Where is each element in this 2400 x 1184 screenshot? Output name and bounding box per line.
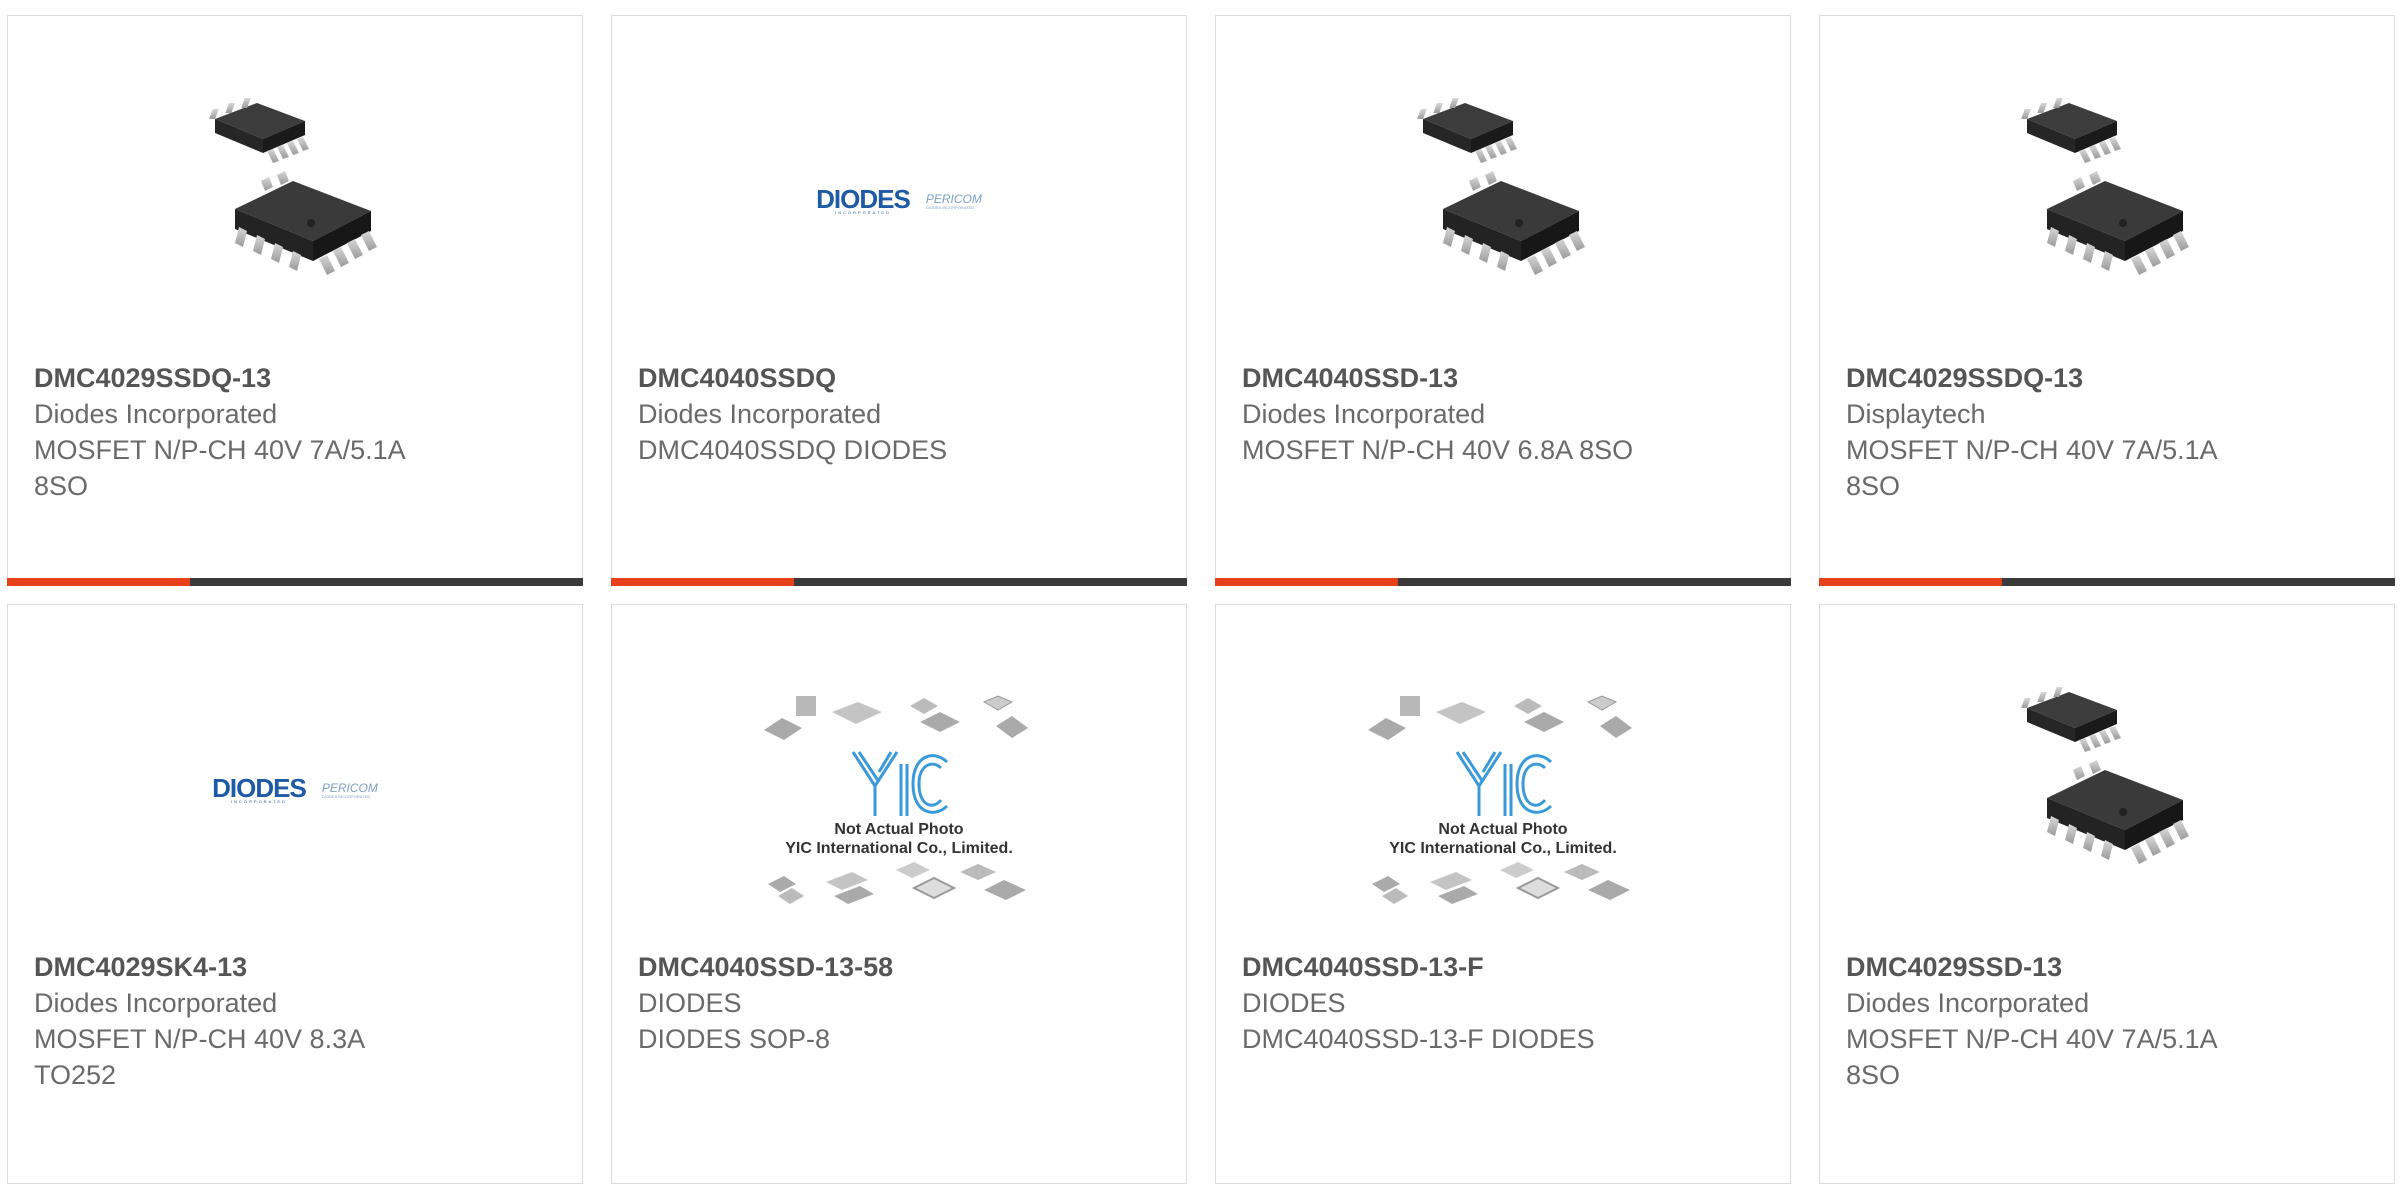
product-info: DMC4040SSD-13 Diodes Incorporated MOSFET… — [1242, 360, 1770, 468]
yic-placeholder-image: Not Actual Photo YIC International Co., … — [1368, 694, 1638, 906]
placeholder-caption-2: YIC International Co., Limited. — [785, 840, 1013, 857]
product-card[interactable]: DIODES INCORPORATED PERICOM DIODES INCOR… — [611, 15, 1187, 586]
product-image[interactable]: Not Actual Photo YIC International Co., … — [612, 695, 1186, 905]
description: MOSFET N/P-CH 40V 7A/5.1A 8SO — [1846, 1024, 2218, 1090]
card-bottom-bar — [1819, 578, 2395, 586]
diodes-logo-subtext: INCORPORATED — [835, 209, 891, 215]
manufacturer: Diodes Incorporated — [638, 399, 882, 429]
card-bottom-bar — [1215, 578, 1791, 586]
product-card[interactable]: DIODES INCORPORATED PERICOM DIODES INCOR… — [7, 604, 583, 1184]
product-card[interactable]: Not Actual Photo YIC International Co., … — [1215, 604, 1791, 1184]
yic-placeholder-image: Not Actual Photo YIC International Co., … — [764, 694, 1034, 906]
product-grid: DMC4029SSDQ-13 Diodes Incorporated MOSFE… — [0, 0, 2400, 1184]
product-card[interactable]: DMC4029SSDQ-13 Diodes Incorporated MOSFE… — [7, 15, 583, 586]
chip-image — [2021, 98, 2189, 275]
pericom-logo-text: PERICOM — [925, 191, 982, 206]
description: MOSFET N/P-CH 40V 7A/5.1A 8SO — [1846, 435, 2218, 501]
pericom-logo-text: PERICOM — [321, 780, 378, 795]
diodes-logo-subtext: INCORPORATED — [231, 798, 287, 804]
product-image[interactable]: Not Actual Photo YIC International Co., … — [1216, 695, 1790, 905]
placeholder-caption-1: Not Actual Photo — [834, 821, 964, 838]
product-card[interactable]: DMC4029SSD-13 Diodes Incorporated MOSFET… — [1819, 604, 2395, 1184]
product-info: DMC4040SSDQ Diodes Incorporated DMC4040S… — [638, 360, 1166, 468]
card-accent-bar — [611, 578, 794, 586]
product-image[interactable]: DIODES INCORPORATED PERICOM DIODES INCOR… — [8, 685, 582, 895]
diodes-logo: DIODES INCORPORATED PERICOM DIODES INCOR… — [212, 772, 378, 804]
product-card[interactable]: Not Actual Photo YIC International Co., … — [611, 604, 1187, 1184]
package-icons-top — [1368, 695, 1632, 740]
package-icons-top — [764, 695, 1028, 740]
card-bottom-bar — [7, 578, 583, 586]
diodes-logo: DIODES INCORPORATED PERICOM DIODES INCOR… — [816, 183, 982, 215]
product-image[interactable] — [1820, 76, 2394, 286]
yic-logo-icon — [1455, 751, 1553, 816]
product-image[interactable] — [8, 76, 582, 286]
product-info: DMC4029SSDQ-13 Displaytech MOSFET N/P-CH… — [1846, 360, 2374, 504]
chip-image — [209, 98, 377, 275]
part-number[interactable]: DMC4029SSDQ-13 — [1846, 360, 2374, 396]
manufacturer: Diodes Incorporated — [1242, 399, 1486, 429]
card-bottom-bar — [611, 578, 1187, 586]
part-number[interactable]: DMC4029SSD-13 — [1846, 949, 2374, 985]
part-number[interactable]: DMC4040SSD-13 — [1242, 360, 1770, 396]
part-number[interactable]: DMC4040SSDQ — [638, 360, 1166, 396]
package-icons-bottom — [768, 862, 1026, 904]
product-info: DMC4040SSD-13-58 DIODES DIODES SOP-8 — [638, 949, 1166, 1057]
description: MOSFET N/P-CH 40V 6.8A 8SO — [1242, 435, 1634, 465]
product-image[interactable]: DIODES INCORPORATED PERICOM DIODES INCOR… — [612, 96, 1186, 306]
product-info: DMC4029SK4-13 Diodes Incorporated MOSFET… — [34, 949, 562, 1093]
pericom-logo-subtext: DIODES INCORPORATED — [925, 204, 975, 210]
diodes-logo-text: DIODES — [212, 772, 307, 803]
yic-logo-icon — [851, 751, 949, 816]
chip-image — [1417, 98, 1585, 275]
part-number[interactable]: DMC4040SSD-13-F — [1242, 949, 1770, 985]
pericom-logo-subtext: DIODES INCORPORATED — [321, 793, 371, 799]
description: MOSFET N/P-CH 40V 7A/5.1A 8SO — [34, 435, 406, 501]
card-accent-bar — [1215, 578, 1398, 586]
description: DMC4040SSDQ DIODES — [638, 435, 948, 465]
product-image[interactable] — [1216, 76, 1790, 286]
manufacturer: DIODES — [1242, 988, 1346, 1018]
manufacturer: Diodes Incorporated — [34, 399, 278, 429]
manufacturer: Displaytech — [1846, 399, 1986, 429]
product-image[interactable] — [1820, 665, 2394, 875]
part-number[interactable]: DMC4040SSD-13-58 — [638, 949, 1166, 985]
manufacturer: Diodes Incorporated — [34, 988, 278, 1018]
manufacturer: DIODES — [638, 988, 742, 1018]
placeholder-caption-2: YIC International Co., Limited. — [1389, 840, 1617, 857]
manufacturer: Diodes Incorporated — [1846, 988, 2090, 1018]
product-info: DMC4040SSD-13-F DIODES DMC4040SSD-13-F D… — [1242, 949, 1770, 1057]
diodes-logo-text: DIODES — [816, 183, 911, 214]
product-info: DMC4029SSD-13 Diodes Incorporated MOSFET… — [1846, 949, 2374, 1093]
product-info: DMC4029SSDQ-13 Diodes Incorporated MOSFE… — [34, 360, 562, 504]
placeholder-caption-1: Not Actual Photo — [1438, 821, 1568, 838]
chip-image — [2021, 687, 2189, 864]
product-card[interactable]: DMC4040SSD-13 Diodes Incorporated MOSFET… — [1215, 15, 1791, 586]
description: DIODES SOP-8 — [638, 1024, 831, 1054]
part-number[interactable]: DMC4029SK4-13 — [34, 949, 562, 985]
card-accent-bar — [1819, 578, 2002, 586]
description: DMC4040SSD-13-F DIODES — [1242, 1024, 1595, 1054]
product-card[interactable]: DMC4029SSDQ-13 Displaytech MOSFET N/P-CH… — [1819, 15, 2395, 586]
card-accent-bar — [7, 578, 190, 586]
package-icons-bottom — [1372, 862, 1630, 904]
description: MOSFET N/P-CH 40V 8.3A TO252 — [34, 1024, 366, 1090]
part-number[interactable]: DMC4029SSDQ-13 — [34, 360, 562, 396]
